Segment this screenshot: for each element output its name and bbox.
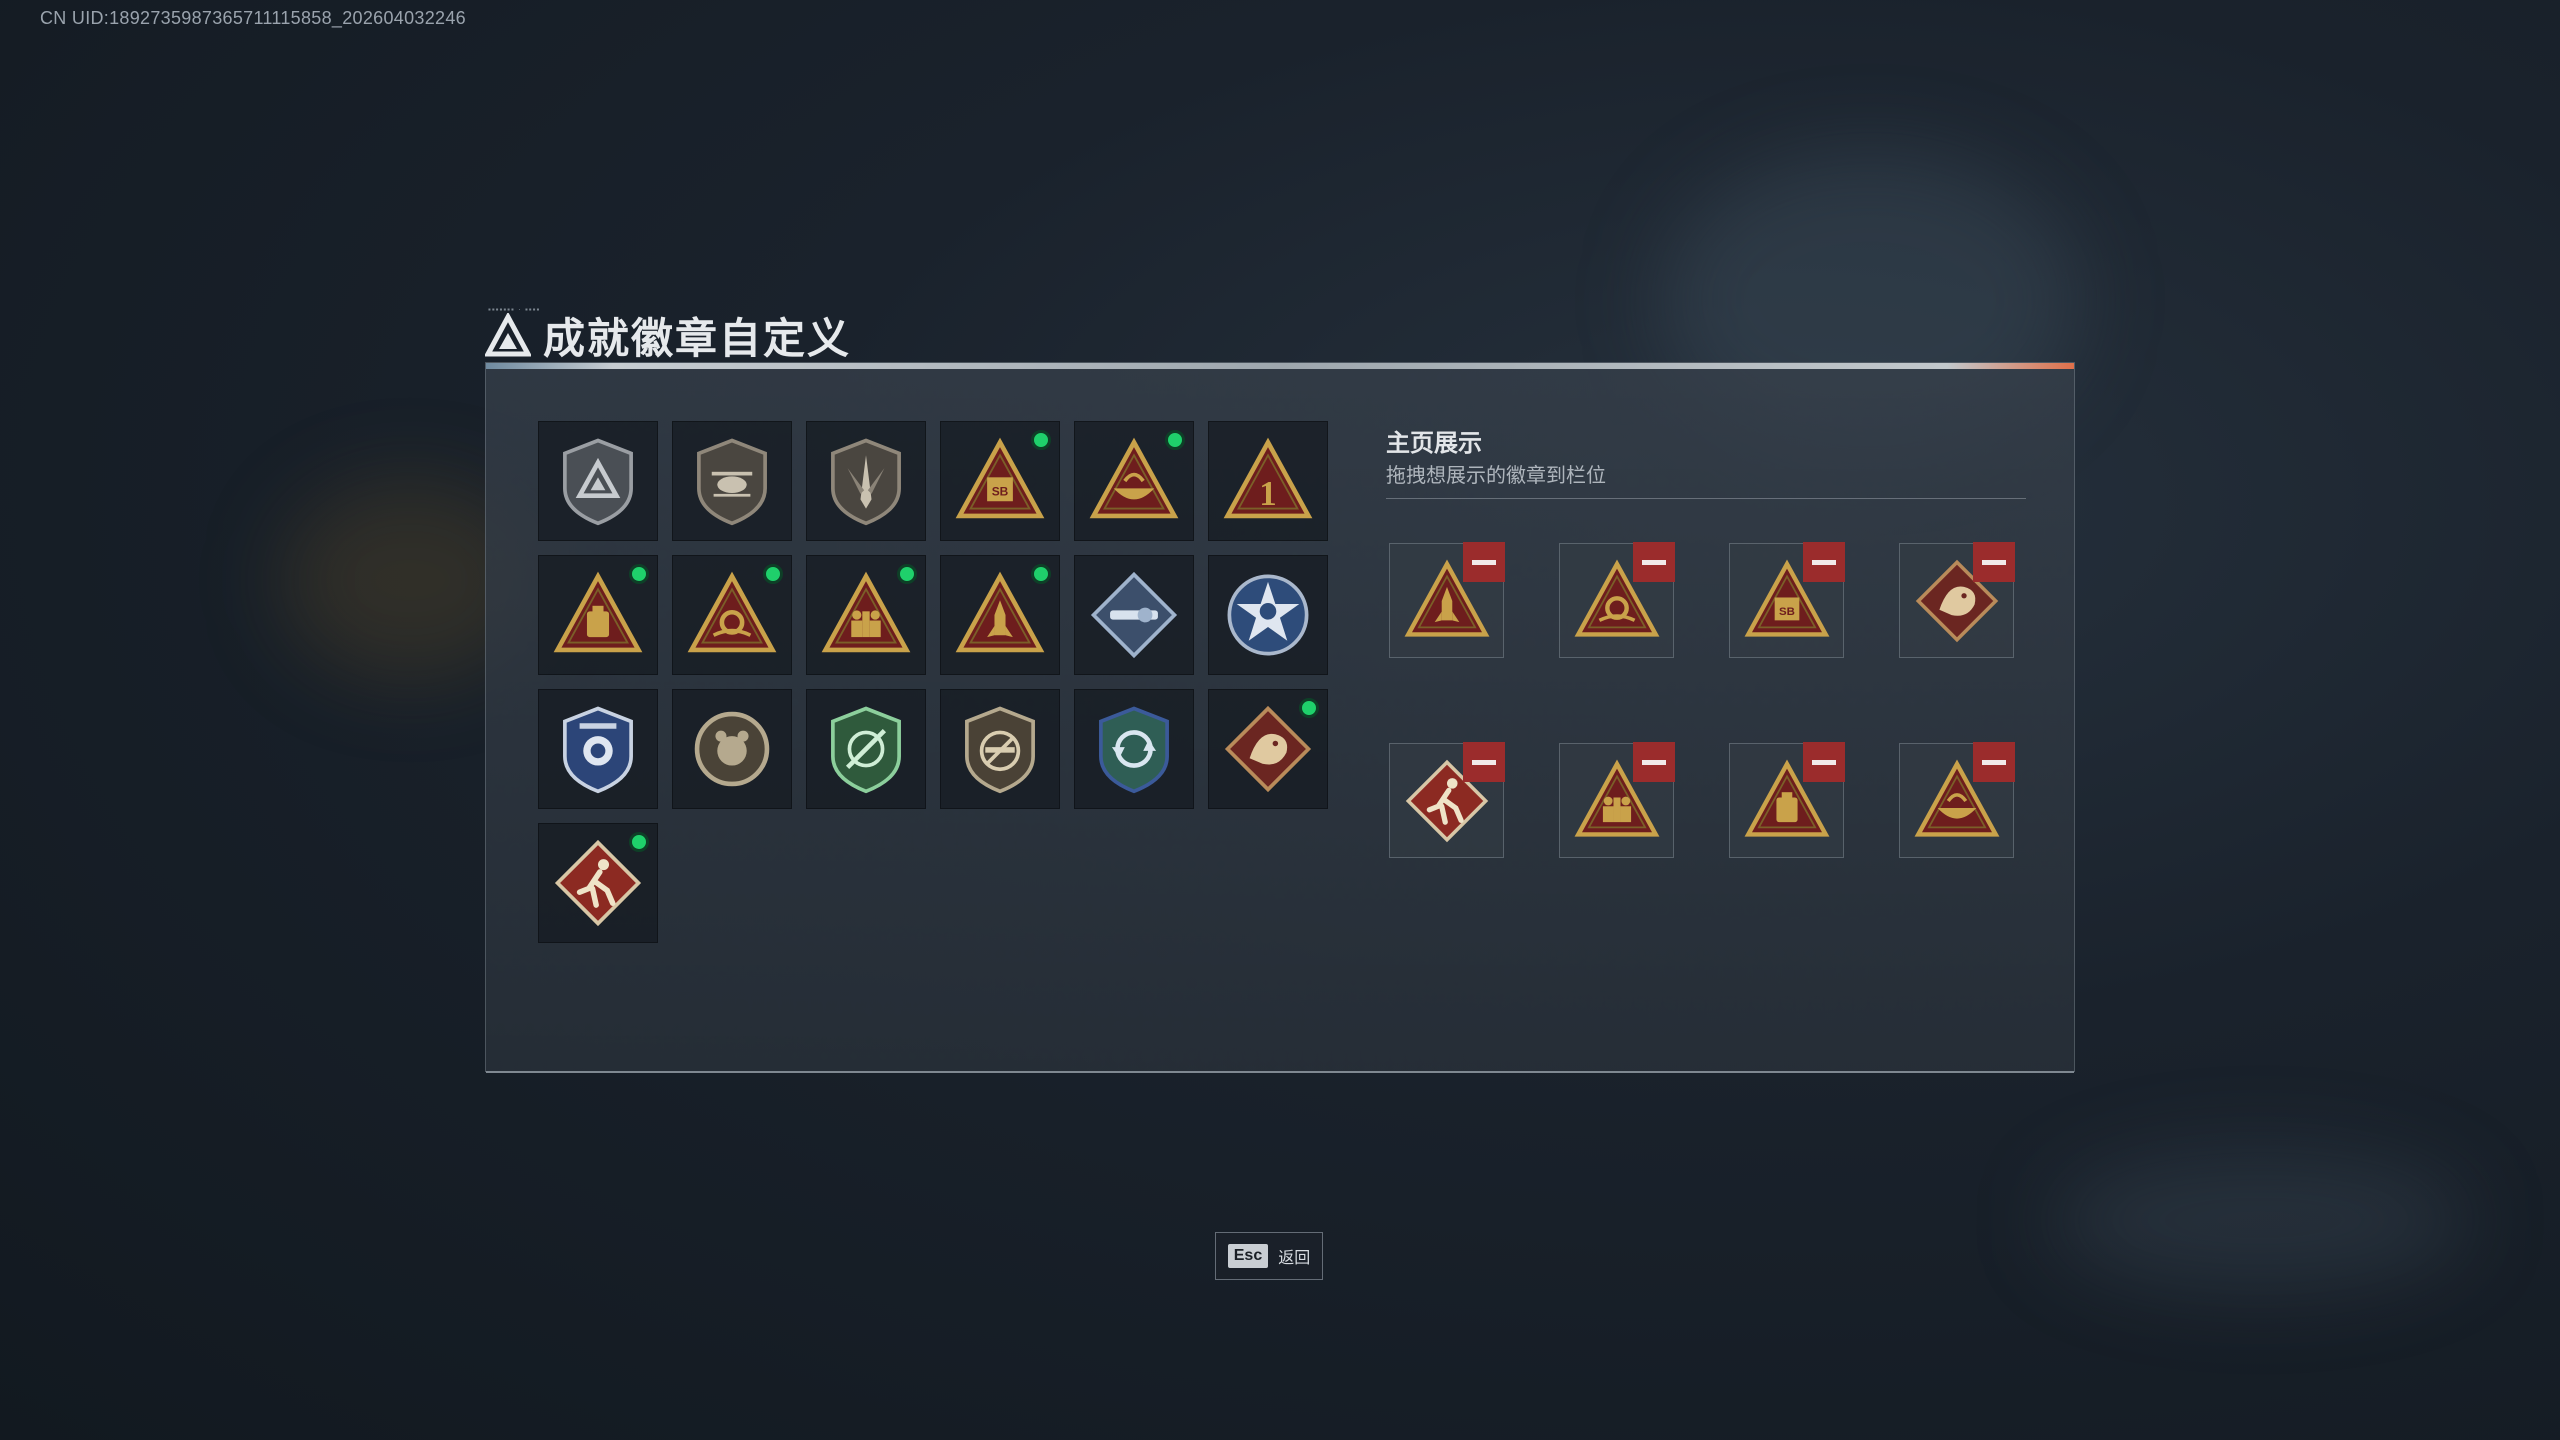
badge-slot[interactable]: SB bbox=[940, 421, 1060, 541]
badge-slot[interactable] bbox=[940, 555, 1060, 675]
svg-text:SB: SB bbox=[1779, 606, 1795, 618]
minus-icon bbox=[1642, 559, 1666, 565]
badge-slot[interactable] bbox=[672, 689, 792, 809]
uid-label: CN UID:1892735987365711115858_2026040322… bbox=[40, 8, 466, 28]
badge-slot[interactable] bbox=[672, 421, 792, 541]
skull-star-emblem-icon bbox=[1227, 574, 1309, 656]
blade-shield-icon bbox=[831, 438, 901, 526]
new-indicator-dot bbox=[897, 564, 917, 584]
showcase-divider bbox=[1386, 498, 2026, 499]
badge-slot[interactable] bbox=[806, 689, 926, 809]
remove-badge-button[interactable] bbox=[1633, 542, 1675, 582]
delta-logo-icon bbox=[485, 312, 531, 356]
badge-slot[interactable] bbox=[672, 555, 792, 675]
panel-bottom-line bbox=[486, 1071, 2074, 1073]
minus-icon bbox=[1642, 759, 1666, 765]
new-indicator-dot bbox=[629, 564, 649, 584]
back-label: 返回 bbox=[1278, 1250, 1311, 1267]
svg-text:SB: SB bbox=[992, 485, 1009, 499]
minus-icon bbox=[1472, 759, 1496, 765]
remove-badge-button[interactable] bbox=[1973, 542, 2015, 582]
svg-text:1: 1 bbox=[1259, 474, 1276, 513]
remove-badge-button[interactable] bbox=[1463, 742, 1505, 782]
bowl-triangle-icon bbox=[1089, 437, 1179, 519]
minus-icon bbox=[1982, 759, 2006, 765]
rocket-triangle-icon bbox=[955, 571, 1045, 653]
dragon-diamond-icon bbox=[1224, 705, 1312, 793]
soldiers-triangle-icon bbox=[821, 571, 911, 653]
badge-slot[interactable] bbox=[538, 823, 658, 943]
cycle-arrows-blue-shield-icon bbox=[1099, 706, 1169, 794]
showcase-slot[interactable] bbox=[1559, 542, 1675, 658]
crosshair-green-shield-icon bbox=[831, 706, 901, 794]
showcase-slots: SB bbox=[1389, 542, 2015, 858]
new-indicator-dot bbox=[1031, 430, 1051, 450]
remove-badge-button[interactable] bbox=[1803, 742, 1845, 782]
badge-slot[interactable] bbox=[538, 689, 658, 809]
badge-slot[interactable] bbox=[1074, 421, 1194, 541]
new-indicator-dot bbox=[1031, 564, 1051, 584]
badge-slot[interactable] bbox=[1208, 689, 1328, 809]
page-header: 成就徽章自定义 bbox=[485, 305, 851, 366]
showcase-slot[interactable] bbox=[1729, 742, 1845, 858]
showcase-slot[interactable] bbox=[1899, 742, 2015, 858]
badge-slot[interactable] bbox=[940, 689, 1060, 809]
minus-icon bbox=[1812, 559, 1836, 565]
showcase-slot[interactable] bbox=[1389, 742, 1505, 858]
triangle-emblem-shield-icon bbox=[563, 438, 633, 526]
rocket-launcher-diamond-icon bbox=[1090, 571, 1178, 659]
badge-slot[interactable] bbox=[538, 555, 658, 675]
minus-icon bbox=[1812, 759, 1836, 765]
badge-collection-grid: SB 1 bbox=[538, 421, 1328, 943]
remove-badge-button[interactable] bbox=[1973, 742, 2015, 782]
remove-badge-button[interactable] bbox=[1633, 742, 1675, 782]
badge-customize-panel: SB 1 主页展示 拖拽想展示的徽章到栏位 SB bbox=[485, 362, 2075, 1073]
helicopter-shield-icon bbox=[697, 438, 767, 526]
gear-hand-triangle-icon bbox=[687, 571, 777, 653]
minus-icon bbox=[1472, 559, 1496, 565]
showcase-title: 主页展示 bbox=[1386, 430, 1482, 457]
badge-slot[interactable] bbox=[1208, 555, 1328, 675]
showcase-slot[interactable]: SB bbox=[1729, 542, 1845, 658]
minus-icon bbox=[1982, 559, 2006, 565]
new-indicator-dot bbox=[763, 564, 783, 584]
number-one-triangle-icon: 1 bbox=[1223, 437, 1313, 519]
showcase-slot[interactable] bbox=[1559, 742, 1675, 858]
runner-diamond-icon bbox=[554, 839, 642, 927]
showcase-slot[interactable] bbox=[1389, 542, 1505, 658]
badge-slot[interactable] bbox=[1074, 555, 1194, 675]
badge-slot[interactable] bbox=[806, 421, 926, 541]
new-indicator-dot bbox=[1165, 430, 1185, 450]
police-badge-icon bbox=[563, 706, 633, 794]
badge-slot[interactable] bbox=[538, 421, 658, 541]
showcase-slot[interactable] bbox=[1899, 542, 2015, 658]
badge-slot[interactable] bbox=[806, 555, 926, 675]
badge-slot[interactable] bbox=[1074, 689, 1194, 809]
remove-badge-button[interactable] bbox=[1463, 542, 1505, 582]
back-button[interactable]: Esc 返回 bbox=[1215, 1232, 1323, 1280]
showcase-subtitle: 拖拽想展示的徽章到栏位 bbox=[1386, 465, 1606, 487]
new-indicator-dot bbox=[1299, 698, 1319, 718]
backpack-triangle-icon bbox=[553, 571, 643, 653]
esc-key-hint: Esc bbox=[1227, 1244, 1269, 1268]
remove-badge-button[interactable] bbox=[1803, 542, 1845, 582]
badge-slot[interactable]: 1 bbox=[1208, 421, 1328, 541]
new-indicator-dot bbox=[629, 832, 649, 852]
bear-round-emblem-icon bbox=[694, 711, 770, 787]
sb-triangle-icon: SB bbox=[955, 437, 1045, 519]
panel-top-bar bbox=[486, 363, 2074, 369]
page-title: 成就徽章自定义 bbox=[543, 315, 852, 362]
rifle-no-sign-shield-icon bbox=[965, 706, 1035, 794]
